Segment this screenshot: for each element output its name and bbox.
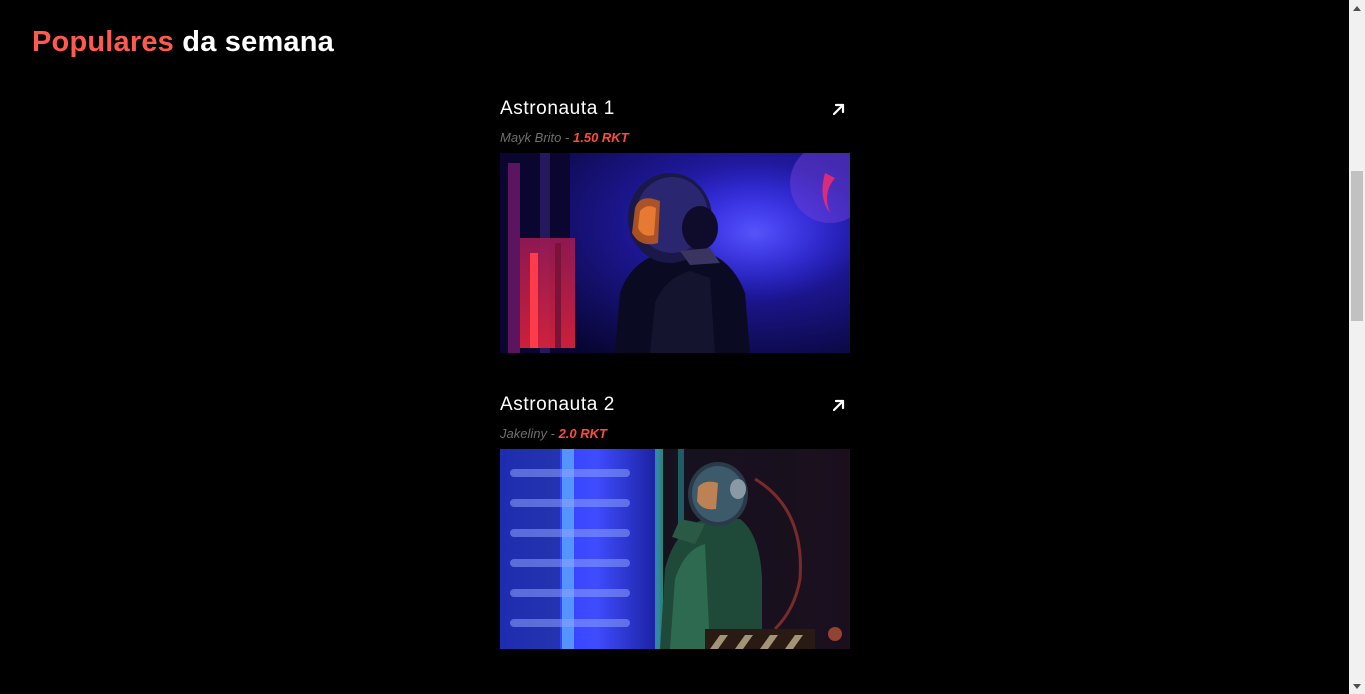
card-price: 1.50 RKT [573, 130, 629, 145]
scroll-down-arrow-icon[interactable] [1349, 678, 1365, 694]
page: Populares da semana Astronauta 1 Mayk Br… [0, 0, 1349, 694]
astronaut-red-blue-photo[interactable] [500, 153, 850, 353]
card-title: Astronauta 1 [500, 98, 615, 119]
scroll-up-arrow-icon[interactable] [1349, 0, 1365, 16]
arrow-up-right-icon[interactable] [830, 100, 848, 118]
card-header: Astronauta 2 [500, 392, 850, 420]
card-meta: Jakeliny - 2.0 RKT [500, 425, 607, 443]
arrow-up-right-icon[interactable] [830, 396, 848, 414]
nft-card[interactable]: Astronauta 1 Mayk Brito - 1.50 RKT [500, 96, 850, 353]
section-title: Populares da semana [32, 24, 334, 60]
card-title: Astronauta 2 [500, 394, 615, 415]
card-price: 2.0 RKT [558, 426, 607, 441]
card-author: Jakeliny [500, 426, 547, 441]
nft-card[interactable]: Astronauta 2 Jakeliny - 2.0 RKT [500, 392, 850, 649]
scrollbar-thumb[interactable] [1351, 171, 1363, 321]
card-header: Astronauta 1 [500, 96, 850, 124]
vertical-scrollbar[interactable] [1349, 0, 1365, 694]
card-meta-separator: - [565, 130, 570, 145]
card-meta-separator: - [550, 426, 555, 441]
astronaut-green-suit-photo[interactable] [500, 449, 850, 649]
card-meta: Mayk Brito - 1.50 RKT [500, 129, 629, 147]
section-title-accent: Populares [32, 26, 175, 58]
card-author: Mayk Brito [500, 130, 562, 145]
section-title-rest: da semana [182, 26, 334, 58]
